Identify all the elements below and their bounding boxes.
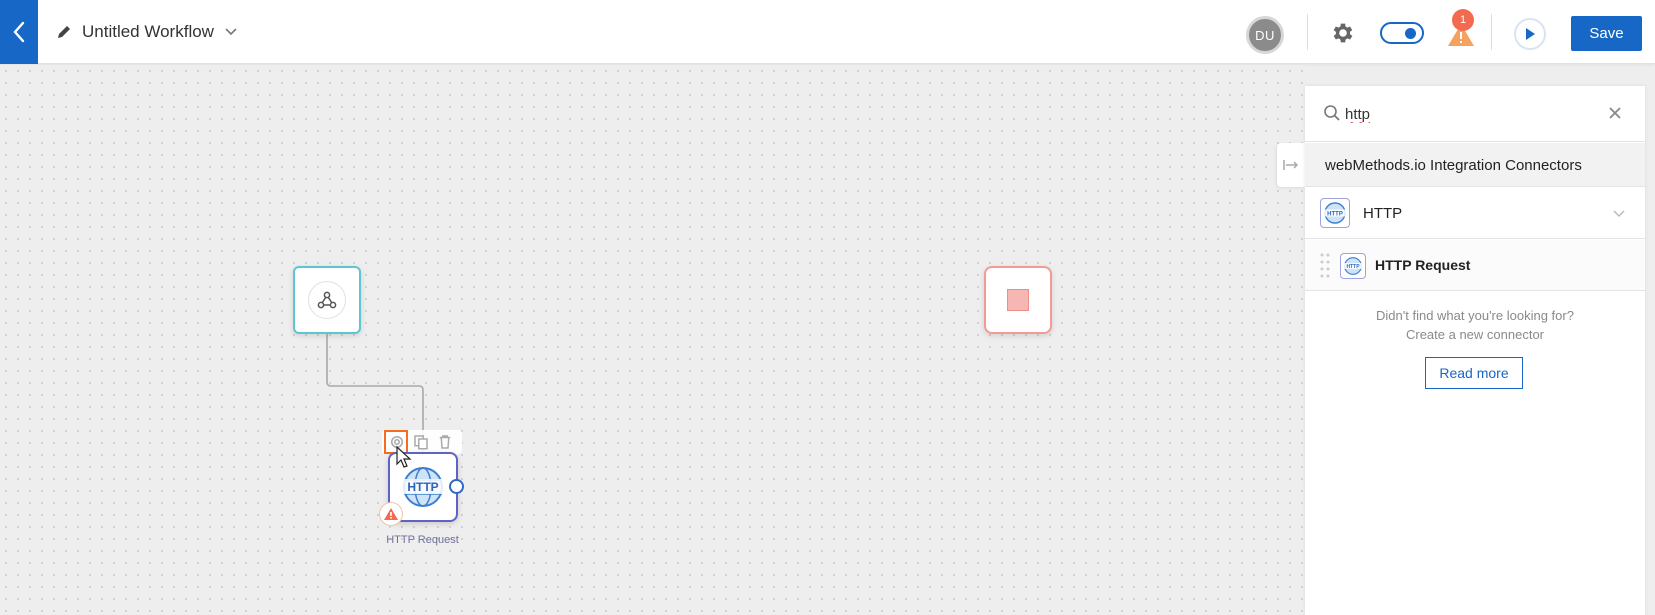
close-icon[interactable]	[1608, 106, 1622, 120]
end-node[interactable]	[984, 266, 1052, 334]
http-node-icon-text: HTTP	[407, 480, 438, 494]
connector-group-http[interactable]: HTTP HTTP	[1305, 188, 1645, 239]
connector-line	[326, 334, 424, 452]
toggle-switch[interactable]	[1380, 22, 1424, 44]
search-bar	[1305, 86, 1645, 142]
trigger-node[interactable]	[293, 266, 361, 334]
help-subtext: Create a new connector	[1405, 327, 1545, 342]
connector-panel: webMethods.io Integration Connectors HTT…	[1305, 86, 1645, 615]
warning-badge	[379, 502, 403, 526]
help-text: Didn't find what you're looking for?	[1376, 308, 1574, 323]
stop-icon	[1007, 289, 1029, 311]
collapse-panel-button[interactable]	[1277, 143, 1305, 187]
section-header: webMethods.io Integration Connectors	[1305, 143, 1645, 187]
save-button[interactable]: Save	[1571, 16, 1642, 51]
output-port[interactable]	[449, 479, 464, 494]
search-input[interactable]	[1345, 103, 1595, 125]
http-node-label: HTTP Request	[386, 534, 459, 546]
copy-icon[interactable]	[412, 433, 430, 451]
selected-settings-highlight	[384, 430, 408, 454]
read-more-button[interactable]: Read more	[1425, 357, 1523, 389]
section-title: webMethods.io Integration Connectors	[1325, 157, 1582, 174]
play-icon	[1526, 28, 1535, 40]
webhook-icon	[317, 291, 337, 309]
group-label: HTTP	[1363, 205, 1403, 222]
drag-handle-icon[interactable]	[1320, 252, 1330, 280]
group-icon-text: HTTP	[1327, 212, 1343, 218]
gear-icon[interactable]	[1330, 20, 1356, 46]
notification-badge: 1	[1452, 9, 1474, 31]
http-globe-icon: HTTP	[1320, 198, 1350, 228]
search-icon	[1324, 105, 1340, 121]
connector-item-http-request[interactable]: HTTP HTTP Request	[1305, 240, 1645, 291]
item-icon-text: HTTP	[1346, 264, 1360, 270]
item-label: HTTP Request	[1375, 257, 1471, 273]
chevron-down-icon[interactable]	[1612, 206, 1626, 220]
divider	[1491, 14, 1492, 50]
run-button[interactable]	[1514, 18, 1546, 50]
divider	[1307, 14, 1308, 50]
warning-icon	[384, 508, 398, 520]
trash-icon[interactable]	[436, 433, 454, 451]
collapse-panel-icon	[1283, 160, 1299, 170]
http-globe-icon: HTTP	[1340, 253, 1366, 279]
http-globe-icon: HTTP	[402, 467, 444, 507]
